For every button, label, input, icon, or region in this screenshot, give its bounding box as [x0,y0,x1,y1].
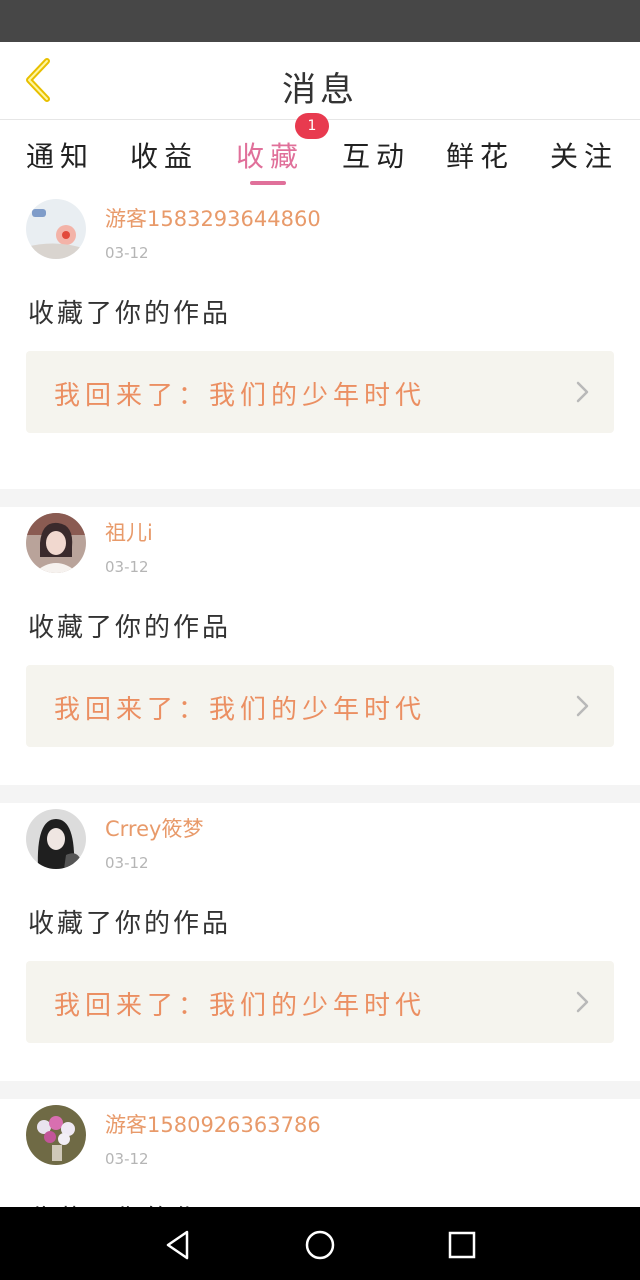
nav-recents-button[interactable] [442,1225,482,1265]
system-nav-bar [0,1207,640,1280]
avatar[interactable] [26,513,86,573]
list-item: Crrey筱梦 03-12 收藏了你的作品 我回来了：我们的少年时代 [0,803,640,1081]
username[interactable]: Crrey筱梦 [105,813,203,843]
tab-following[interactable]: 关注 [536,135,632,191]
active-tab-indicator [250,181,286,185]
work-title: 我回来了：我们的少年时代 [54,381,427,411]
tab-notifications[interactable]: 通知 [12,135,108,191]
timestamp: 03-12 [105,1150,149,1168]
list-item: 游客1580926363786 03-12 收藏了你的作品 [0,1099,640,1207]
message-list: 游客1583293644860 03-12 收藏了你的作品 我回来了：我们的少年… [0,193,640,1207]
tab-earnings[interactable]: 收益 [116,135,212,191]
square-recents-icon [448,1231,476,1259]
chevron-right-icon [576,381,589,403]
username[interactable]: 游客1580926363786 [105,1109,321,1139]
status-bar [0,0,640,42]
list-item: 祖儿i 03-12 收藏了你的作品 我回来了：我们的少年时代 [0,507,640,785]
username[interactable]: 游客1583293644860 [105,203,321,233]
avatar[interactable] [26,1105,86,1165]
action-text: 收藏了你的作品 [28,1199,231,1207]
app-header: 消息 [0,42,640,120]
avatar[interactable] [26,809,86,869]
tab-interactions[interactable]: 互动 [328,135,424,191]
circle-home-icon [305,1230,335,1260]
action-text: 收藏了你的作品 [28,909,232,939]
tab-flowers[interactable]: 鲜花 [432,135,528,191]
avatar[interactable] [26,199,86,259]
divider [0,785,640,803]
unread-badge: 1 [295,113,329,139]
nav-home-button[interactable] [300,1225,340,1265]
divider [0,1081,640,1099]
work-link[interactable]: 我回来了：我们的少年时代 [26,961,614,1043]
nav-back-button[interactable] [158,1225,198,1265]
divider [0,489,640,507]
action-text: 收藏了你的作品 [28,613,232,643]
list-item: 游客1583293644860 03-12 收藏了你的作品 我回来了：我们的少年… [0,193,640,489]
work-title: 我回来了：我们的少年时代 [54,991,427,1021]
work-title: 我回来了：我们的少年时代 [54,695,427,725]
work-link[interactable]: 我回来了：我们的少年时代 [26,665,614,747]
timestamp: 03-12 [105,854,149,872]
username[interactable]: 祖儿i [105,517,153,547]
action-text: 收藏了你的作品 [28,299,232,329]
chevron-right-icon [576,991,589,1013]
work-link[interactable]: 我回来了：我们的少年时代 [26,351,614,433]
triangle-back-icon [166,1230,189,1260]
timestamp: 03-12 [105,244,149,262]
page-title: 消息 [282,70,358,110]
timestamp: 03-12 [105,558,149,576]
chevron-right-icon [576,695,589,717]
